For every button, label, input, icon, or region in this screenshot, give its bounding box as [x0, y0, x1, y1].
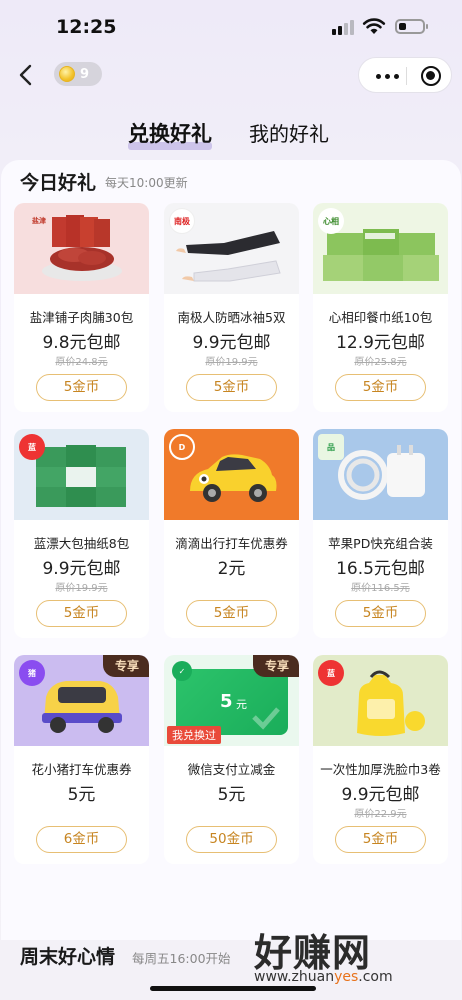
gift-price: 12.9元包邮 [336, 333, 425, 353]
gift-original-price: 原价25.8元 [354, 357, 407, 368]
battery-icon [395, 19, 428, 34]
section-subtitle-today: 每天10:00更新 [105, 176, 188, 190]
gift-card[interactable]: 心相 心相印餐巾纸10包 12.9元包邮 原价25.8元 5金币 [313, 203, 448, 412]
didi-logo-icon: D [169, 434, 195, 460]
redeem-button[interactable]: 5金币 [335, 826, 426, 853]
redeemed-before-tag: 我兑换过 [167, 726, 221, 744]
gift-price: 9.9元包邮 [192, 333, 271, 353]
gift-price: 5元 [217, 785, 246, 805]
brand-logo-towel: 蓝 [318, 660, 344, 686]
huaxiaozhu-logo-icon: 猪 [19, 660, 45, 686]
gift-name: 滴滴出行打车优惠券 [175, 536, 288, 551]
tab-my-gifts[interactable]: 我的好礼 [249, 118, 329, 147]
gift-price: 16.5元包邮 [336, 559, 425, 579]
gift-name: 一次性加厚洗脸巾3卷 [320, 762, 441, 777]
gift-price: 9.9元包邮 [341, 785, 420, 805]
gift-original-price: 原价19.9元 [205, 357, 258, 368]
coin-count: 9 [80, 66, 90, 82]
gift-original-price: 原价22.9元 [354, 809, 407, 820]
gift-price: 2元 [217, 559, 246, 579]
gift-price: 5元 [67, 785, 96, 805]
redeem-button[interactable]: 5金币 [186, 374, 277, 401]
gift-card[interactable]: D 滴滴出行打车优惠券 2元 5金币 [164, 429, 299, 638]
back-icon[interactable] [14, 62, 40, 88]
tab-redeem-label: 兑换好礼 [128, 122, 212, 146]
status-time: 12:25 [56, 16, 117, 38]
checkmark-watermark-icon [252, 707, 280, 730]
section-title-today: 今日好礼 [20, 172, 97, 194]
brand-logo-nanjiren: 南极 [169, 208, 195, 234]
redeem-button[interactable]: 6金币 [36, 826, 127, 853]
gift-name: 花小猪打车优惠券 [31, 762, 132, 777]
status-bar: 12:25 [0, 0, 462, 52]
tab-redeem[interactable]: 兑换好礼 [128, 118, 212, 150]
gift-name: 苹果PD快充组合装 [328, 536, 433, 551]
brand-logo-yanjin: 盐津 [32, 217, 46, 225]
gift-card[interactable]: 蓝 蓝漂大包抽纸8包 9.9元包邮 原价19.9元 5金币 [14, 429, 149, 638]
signal-icon [332, 19, 356, 35]
voucher-unit: 元 [236, 698, 247, 711]
close-target-icon[interactable] [421, 66, 441, 86]
brand-logo-lanpiao: 蓝 [19, 434, 45, 460]
voucher-amount: 5 [220, 691, 233, 712]
exclusive-tag: 专享 [252, 655, 299, 677]
redeem-button[interactable]: 5金币 [36, 374, 127, 401]
redeem-button[interactable]: 5金币 [335, 374, 426, 401]
gift-card[interactable]: 猪 专享 花小猪打车优惠券 5元 6金币 [14, 655, 149, 864]
gift-original-price: 原价19.9元 [55, 583, 108, 594]
coin-balance[interactable]: 9 [54, 62, 102, 86]
wechat-pay-icon: ✓ [172, 661, 192, 681]
gift-card[interactable]: 5 元 ✓ 专享 我兑换过 微信支付立减金 5元 50金币 [164, 655, 299, 864]
gift-name: 南极人防晒冰袖5双 [177, 310, 286, 325]
gift-name: 心相印餐巾纸10包 [328, 310, 433, 325]
coin-icon [59, 66, 75, 82]
section-title-weekend: 周末好心情 [20, 946, 116, 968]
exclusive-tag: 专享 [102, 655, 149, 677]
brand-logo-pd: 品 [318, 434, 344, 460]
redeem-button[interactable]: 5金币 [335, 600, 426, 627]
gift-price: 9.9元包邮 [42, 559, 121, 579]
redeem-button[interactable]: 5金币 [36, 600, 127, 627]
home-indicator [150, 986, 316, 991]
gift-card[interactable]: 蓝 一次性加厚洗脸巾3卷 9.9元包邮 原价22.9元 5金币 [313, 655, 448, 864]
redeem-button[interactable]: 50金币 [186, 826, 277, 853]
redeem-button[interactable]: 5金币 [186, 600, 277, 627]
section-subtitle-weekend: 每周五16:00开始 [132, 951, 231, 966]
wifi-icon [362, 18, 386, 34]
watermark-url: www.zhuanyes.com [254, 969, 393, 985]
mini-program-capsule [358, 57, 452, 93]
gift-original-price: 原价116.5元 [351, 583, 410, 594]
gift-name: 蓝漂大包抽纸8包 [33, 536, 130, 551]
gift-card[interactable]: 盐津 盐津铺子肉脯30包 9.8元包邮 原价24.8元 5金币 [14, 203, 149, 412]
gift-original-price: 原价24.8元 [55, 357, 108, 368]
tab-my-gifts-label: 我的好礼 [249, 122, 329, 146]
gift-price: 9.8元包邮 [42, 333, 121, 353]
gift-name: 微信支付立减金 [187, 762, 276, 777]
gift-name: 盐津铺子肉脯30包 [29, 310, 134, 325]
brand-logo-xinxiangyin: 心相 [318, 208, 344, 234]
gift-card[interactable]: 南极 南极人防晒冰袖5双 9.9元包邮 原价19.9元 5金币 [164, 203, 299, 412]
gift-card[interactable]: 品 苹果PD快充组合装 16.5元包邮 原价116.5元 5金币 [313, 429, 448, 638]
site-watermark: 好赚网 www.zhuanyes.com [254, 922, 454, 992]
more-icon[interactable] [376, 74, 399, 79]
